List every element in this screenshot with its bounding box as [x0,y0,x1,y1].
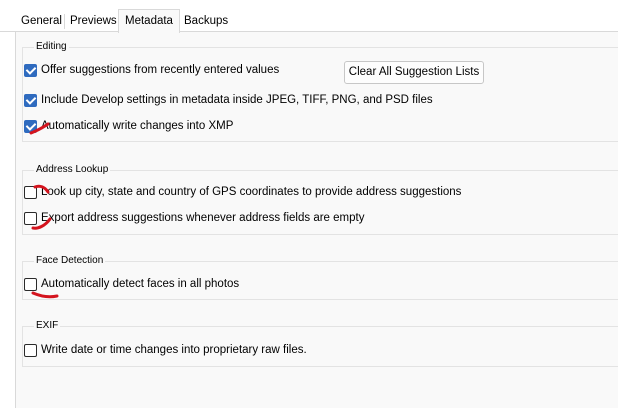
tab-strip: General Previews Metadata Backups [0,0,618,33]
checkbox-checked-icon[interactable] [24,63,37,77]
tab-previews[interactable]: Previews [64,12,123,31]
checkbox-unchecked-icon[interactable] [24,211,37,225]
tab-general[interactable]: General [15,12,68,31]
checkbox-row-write-xmp[interactable]: Automatically write changes into XMP [24,118,233,134]
checkbox-label: Write date or time changes into propriet… [41,344,307,356]
group-title-address-lookup: Address Lookup [34,163,111,177]
checkbox-row-gps-lookup[interactable]: Look up city, state and country of GPS c… [24,184,461,200]
checkbox-checked-icon[interactable] [24,93,37,107]
checkbox-row-include-develop-settings[interactable]: Include Develop settings in metadata ins… [24,92,433,108]
checkbox-label: Include Develop settings in metadata ins… [41,94,433,106]
checkbox-label: Automatically write changes into XMP [41,120,234,132]
checkbox-row-write-raw-dates[interactable]: Write date or time changes into propriet… [24,342,307,358]
checkbox-checked-icon[interactable] [24,119,37,133]
group-title-editing: Editing [34,40,69,54]
group-title-exif: EXIF [34,319,61,333]
checkbox-row-detect-faces[interactable]: Automatically detect faces in all photos [24,276,239,292]
tab-metadata[interactable]: Metadata [118,9,180,33]
checkbox-label: Look up city, state and country of GPS c… [41,186,462,198]
checkbox-unchecked-icon[interactable] [24,343,37,357]
checkbox-unchecked-icon[interactable] [24,185,37,199]
checkbox-row-offer-suggestions[interactable]: Offer suggestions from recently entered … [24,62,279,78]
checkbox-unchecked-icon[interactable] [24,277,37,291]
checkbox-label: Offer suggestions from recently entered … [41,64,280,76]
checkbox-row-export-address[interactable]: Export address suggestions whenever addr… [24,210,364,226]
checkbox-label: Export address suggestions whenever addr… [41,212,365,224]
group-title-face-detection: Face Detection [34,254,106,268]
tab-backups[interactable]: Backups [178,12,234,31]
checkbox-label: Automatically detect faces in all photos [41,278,240,290]
clear-suggestion-lists-button[interactable]: Clear All Suggestion Lists [344,61,484,84]
